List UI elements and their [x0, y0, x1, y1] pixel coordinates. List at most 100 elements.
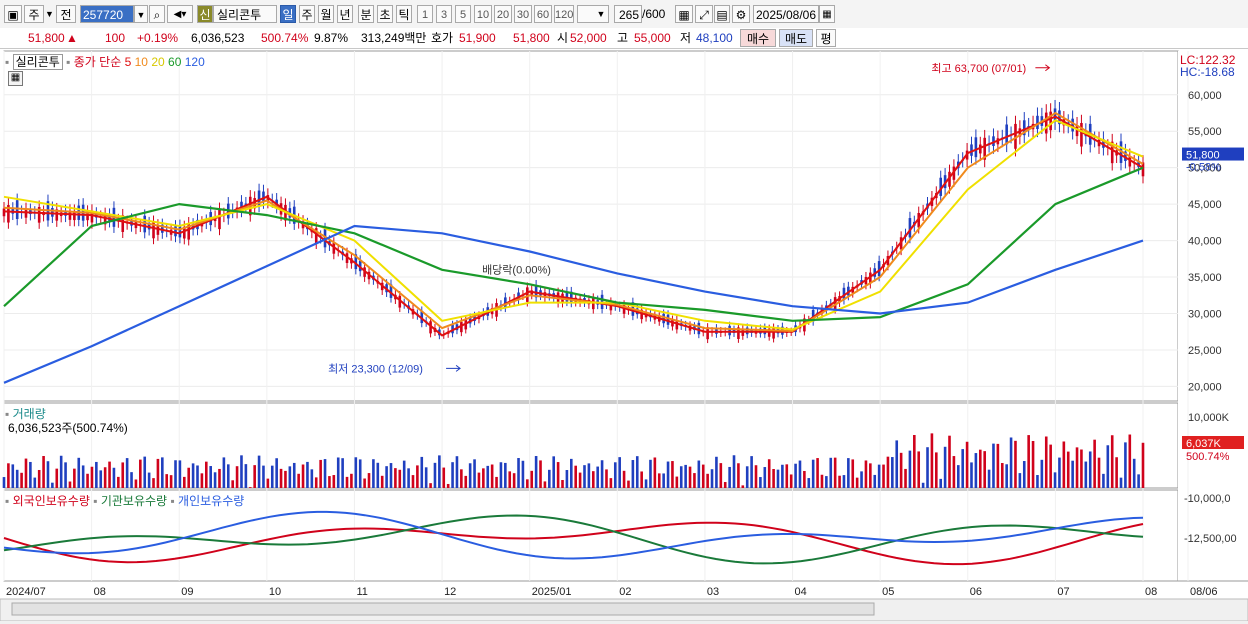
- volume-bar: [306, 461, 309, 488]
- volume-bar: [354, 457, 358, 488]
- interval-month[interactable]: 월: [318, 5, 334, 23]
- drawing-icon[interactable]: ⤢: [695, 5, 713, 23]
- candle-body: [1036, 115, 1039, 130]
- volume-bar: [583, 465, 586, 488]
- interval-year[interactable]: 년: [337, 5, 353, 23]
- interval-tick[interactable]: 틱: [396, 5, 412, 23]
- count-60[interactable]: 60: [534, 5, 552, 23]
- stock-name[interactable]: 실리콘투: [213, 5, 277, 23]
- volume-bar: [970, 462, 973, 488]
- count-display[interactable]: 265: [614, 5, 642, 23]
- volume-bar: [385, 466, 388, 488]
- volume-bar: [161, 457, 164, 488]
- volume-bar: [877, 464, 881, 488]
- price-legend: ▪ 실리콘투 ▪ 종가 단순 5 10 20 60 120: [5, 54, 205, 70]
- volume-bar: [372, 459, 375, 488]
- volume-bar: [1066, 451, 1070, 488]
- volume-bar: [24, 458, 28, 488]
- volume-bar: [411, 475, 415, 488]
- volume-bar: [222, 457, 226, 488]
- volume-bar: [156, 458, 160, 488]
- interval-second[interactable]: 초: [377, 5, 393, 23]
- volume-bar: [1097, 457, 1101, 488]
- sell-button[interactable]: 매도: [779, 29, 813, 47]
- volume-bar: [833, 457, 837, 488]
- volume-bar: [336, 457, 340, 488]
- count-10[interactable]: 10: [474, 5, 492, 23]
- stock-name-legend[interactable]: 실리콘투: [12, 54, 63, 70]
- institution-holding-label[interactable]: 기관보유수량: [101, 494, 167, 508]
- ma-20-label[interactable]: 20: [151, 55, 164, 69]
- interval-week[interactable]: 주: [299, 5, 315, 23]
- x-axis-tick: 08/06: [1190, 586, 1218, 598]
- volume-bar: [442, 467, 446, 488]
- prev-button[interactable]: 전: [56, 5, 76, 23]
- period-dropdown-icon[interactable]: ▼: [45, 5, 54, 23]
- x-axis-tick: 08: [1145, 586, 1157, 598]
- individual-holding-label[interactable]: 개인보유수량: [178, 494, 244, 508]
- volume-bar: [1106, 445, 1110, 488]
- volume-bar: [948, 435, 951, 488]
- interval-minute[interactable]: 분: [358, 5, 374, 23]
- volume-bar: [11, 464, 15, 488]
- volume-bar: [891, 457, 894, 488]
- high-annotation: 최고 63,700 (07/01): [931, 62, 1026, 75]
- change-percent: +0.19%: [137, 31, 179, 45]
- volume-bar: [508, 471, 512, 488]
- volume-bar: [402, 460, 406, 488]
- count-120[interactable]: 120: [554, 5, 574, 23]
- count-1[interactable]: 1: [417, 5, 433, 23]
- price-y-tick: 25,000: [1188, 345, 1222, 357]
- x-axis-tick: 03: [707, 586, 719, 598]
- save-icon[interactable]: ▤: [714, 5, 730, 23]
- volume-bar: [204, 461, 208, 488]
- count-30[interactable]: 30: [514, 5, 532, 23]
- code-dropdown-icon[interactable]: ▼: [134, 5, 148, 23]
- volume-bar: [565, 470, 569, 488]
- eval-button[interactable]: 평: [816, 29, 836, 47]
- calendar-icon[interactable]: ▦: [819, 5, 835, 23]
- buy-button[interactable]: 매수: [740, 29, 776, 47]
- ma-5-label[interactable]: 5: [125, 55, 132, 69]
- current-pct-axis-label: -0.58%: [1186, 162, 1221, 174]
- calculator-icon[interactable]: ▦: [8, 71, 23, 86]
- volume-bar: [314, 477, 318, 488]
- count-5[interactable]: 5: [455, 5, 471, 23]
- window-icon[interactable]: ▣: [4, 5, 22, 23]
- price-y-tick: 60,000: [1188, 90, 1222, 102]
- candle-body: [24, 209, 28, 218]
- search-icon[interactable]: ⌕: [149, 5, 165, 23]
- count-dropdown-icon[interactable]: ▼: [596, 5, 606, 23]
- volume-bar: [407, 468, 410, 488]
- high-label: 고: [617, 31, 629, 45]
- ma-120-label[interactable]: 120: [185, 55, 205, 69]
- volume-bar: [15, 469, 19, 488]
- volume-bar: [424, 467, 428, 488]
- period-select[interactable]: 주: [24, 5, 44, 23]
- count-20[interactable]: 20: [494, 5, 512, 23]
- interval-day[interactable]: 일: [280, 5, 296, 23]
- volume-bar: [666, 461, 670, 488]
- volume-bar: [218, 468, 221, 488]
- volume-bar: [657, 473, 661, 488]
- candle-body: [697, 322, 701, 335]
- volume-bar: [253, 465, 256, 488]
- count-3[interactable]: 3: [436, 5, 452, 23]
- date-input[interactable]: 2025/08/06: [753, 5, 819, 23]
- volume-bar: [1014, 440, 1017, 488]
- foreign-holding-label[interactable]: 외국인보유수량: [13, 494, 90, 508]
- settings-gear-icon[interactable]: ⚙: [732, 5, 750, 23]
- scrollbar-thumb[interactable]: [11, 602, 875, 616]
- code-input[interactable]: 257720: [80, 5, 134, 23]
- chart-svg[interactable]: 60,00055,00050,00045,00040,00035,00030,0…: [0, 49, 1248, 622]
- ma-10-label[interactable]: 10: [135, 55, 148, 69]
- volume-bar: [279, 468, 283, 488]
- speaker-icon[interactable]: ◀▾: [167, 5, 193, 23]
- volume-bar: [2, 477, 6, 488]
- volume-bar: [811, 459, 815, 488]
- volume-bar: [341, 458, 344, 488]
- chart-tools-icon[interactable]: ▦: [675, 5, 693, 23]
- ma-60-label[interactable]: 60: [168, 55, 181, 69]
- volume-bar: [785, 464, 789, 488]
- volume-bar: [728, 466, 731, 488]
